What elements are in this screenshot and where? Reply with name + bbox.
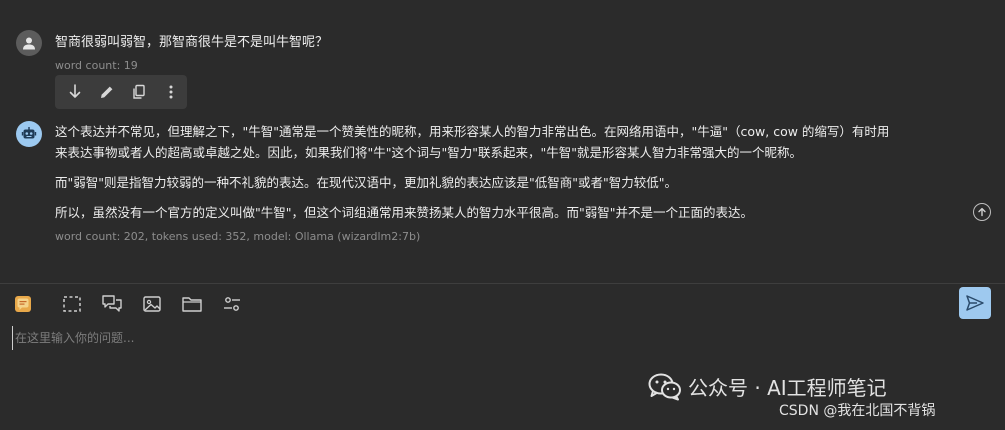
question-input[interactable] [12, 326, 955, 350]
edit-icon [101, 86, 113, 98]
copy-icon [133, 84, 145, 99]
watermark-wechat: 公众号 · AI工程师笔记 [648, 372, 887, 401]
file-upload-button[interactable] [172, 292, 212, 316]
download-icon [69, 84, 81, 98]
download-button[interactable] [59, 75, 91, 109]
bot-paragraph: 所以，虽然没有一个官方的定义叫做"牛智"，但这个词组通常用来赞扬某人的智力水平很… [55, 205, 754, 220]
more-options-button[interactable] [155, 75, 187, 109]
watermark-line2: CSDN @我在北国不背锅 [779, 403, 936, 419]
watermark-line1: 公众号 · AI工程师笔记 [688, 376, 887, 400]
bot-message-meta: word count: 202, tokens used: 352, model… [55, 230, 421, 243]
wechat-icon [648, 373, 681, 400]
chat-bubbles-icon [102, 295, 122, 312]
user-message [16, 30, 42, 56]
image-upload-button[interactable] [132, 292, 172, 316]
copy-button[interactable] [123, 75, 155, 109]
bot-message-body: 这个表达并不常见，但理解之下，"牛智"通常是一个赞美性的昵称，用来形容某人的智力… [55, 121, 975, 232]
user-message-text: 智商很弱叫弱智，那智商很牛是不是叫牛智呢？ [55, 35, 329, 50]
screenshot-button[interactable] [52, 292, 92, 316]
chat-mode-button[interactable] [92, 292, 132, 316]
arrow-up-icon [978, 207, 986, 217]
bot-avatar-icon [16, 121, 42, 147]
sticker-button[interactable] [12, 292, 34, 316]
bot-message [16, 121, 42, 147]
chat-history: 智商很弱叫弱智，那智商很牛是不是叫牛智呢？ word count: 19 这个表… [0, 0, 1005, 283]
settings-button[interactable] [212, 292, 252, 316]
scroll-to-top-button[interactable] [973, 203, 991, 221]
edit-button[interactable] [91, 75, 123, 109]
screenshot-icon [63, 296, 81, 312]
more-vertical-icon [169, 85, 173, 99]
user-avatar-icon [16, 30, 42, 56]
bot-paragraph-line: 这个表达并不常见，但理解之下，"牛智"通常是一个赞美性的昵称，用来形容某人的智力… [55, 124, 890, 139]
message-toolbar [55, 75, 187, 109]
user-message-meta: word count: 19 [55, 59, 138, 72]
image-icon [143, 296, 161, 312]
send-button[interactable] [959, 287, 991, 319]
folder-icon [182, 297, 202, 312]
input-toolbar [12, 292, 252, 316]
bot-paragraph-line: 来表达事物或者人的超高或卓越之处。因此，如果我们将"牛"这个词与"智力"联系起来… [55, 145, 802, 160]
bot-paragraph: 而"弱智"则是指智力较弱的一种不礼貌的表达。在现代汉语中，更加礼貌的表达应该是"… [55, 175, 677, 190]
bot-paragraph: 这个表达并不常见，但理解之下，"牛智"通常是一个赞美性的昵称，用来形容某人的智力… [55, 121, 975, 163]
send-icon [966, 295, 984, 311]
sticker-icon [15, 296, 31, 312]
settings-sliders-icon [224, 297, 240, 311]
